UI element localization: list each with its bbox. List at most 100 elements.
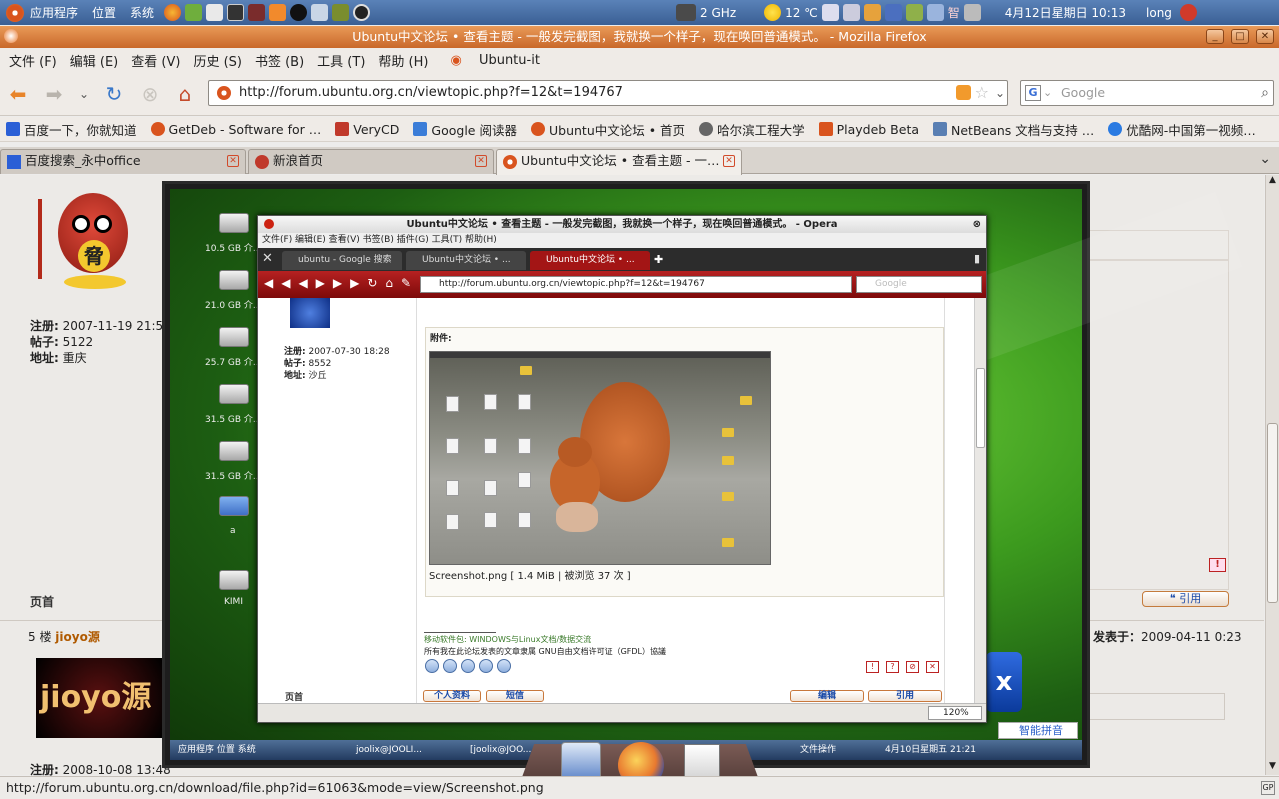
power-icon[interactable] [1179, 4, 1197, 21]
tab-sina[interactable]: 新浪首页 ✕ [248, 149, 494, 174]
rating-star-icon[interactable] [425, 659, 439, 673]
bookmark-item[interactable]: Ubuntu中文论坛 • 首页 [530, 120, 685, 139]
new-tab-icon[interactable]: ✚ [654, 253, 663, 266]
drive-icon[interactable] [219, 213, 249, 233]
opera-tab[interactable]: Ubuntu中文论坛 • ... [406, 251, 526, 270]
google-icon[interactable]: G [1025, 85, 1041, 101]
opera-menubar[interactable]: 文件(F) 编辑(E) 查看(V) 书签(B) 插件(G) 工具(T) 帮助(H… [258, 233, 986, 248]
back-arrow-icon[interactable]: ⬅ [6, 82, 30, 106]
rss-feed-icon[interactable] [956, 85, 971, 100]
search-input[interactable]: G ⌄ Google ⌕ [1020, 80, 1274, 106]
monitor-launcher-icon[interactable] [248, 4, 266, 21]
launcher-icon[interactable] [185, 4, 203, 21]
opera-nav-icons[interactable]: ◀◀◀▶▶▶↻⌂✎ [264, 276, 419, 290]
tray-icon[interactable] [821, 4, 839, 21]
quote-button[interactable]: ❝ 引用 [1142, 591, 1229, 607]
home-icon[interactable]: ⌂ [173, 82, 197, 106]
opera-tab-active[interactable]: Ubuntu中文论坛 • ... [530, 251, 650, 270]
tab-close-icon[interactable]: ✕ [723, 155, 735, 167]
drive-icon[interactable] [219, 384, 249, 404]
menu-history[interactable]: 历史 (S) [193, 51, 242, 70]
tab-ubuntu-forum[interactable]: Ubuntu中文论坛 • 查看主题 - 一… ✕ [496, 149, 742, 175]
places-menu[interactable]: 位置 [92, 4, 116, 21]
tab-close-icon[interactable]: ✕ [227, 155, 239, 167]
report-icon[interactable]: ! [866, 661, 879, 673]
rating-star-icon[interactable] [497, 659, 511, 673]
system-menu[interactable]: 系统 [130, 4, 154, 21]
terminal-launcher-icon[interactable] [227, 4, 245, 21]
clock[interactable]: 4月12日星期日 10:13 [1005, 4, 1126, 21]
applications-menu[interactable]: 应用程序 [6, 3, 78, 22]
bookmark-star-icon[interactable]: ☆ [975, 81, 989, 105]
folder-icon[interactable] [219, 496, 249, 516]
opera-tab[interactable]: ubuntu - Google 搜索 [282, 251, 402, 270]
clock-launcher-icon[interactable] [353, 4, 371, 21]
bookmark-item[interactable]: 优酷网-中国第一视频… [1108, 120, 1256, 139]
edit-button[interactable]: 编辑 [790, 690, 864, 702]
tray-icon[interactable] [863, 4, 881, 21]
signature-line1[interactable]: 移动软件包: WINDOWS与Linux文档/数据交流 [424, 634, 591, 645]
menu-view[interactable]: 查看 (V) [131, 51, 180, 70]
signal-icon[interactable] [926, 4, 944, 21]
rating-star-icon[interactable] [461, 659, 475, 673]
menu-tools[interactable]: 工具 (T) [317, 51, 365, 70]
menu-edit[interactable]: 编辑 (E) [70, 51, 119, 70]
zoom-select[interactable]: 120% [928, 706, 982, 720]
bookmark-item[interactable]: VeryCD [335, 122, 399, 137]
tab-baidu[interactable]: 百度搜索_永中office ✕ [0, 149, 246, 174]
bookmark-item[interactable]: Playdeb Beta [818, 122, 919, 137]
back-to-top-link[interactable]: 页首 [30, 593, 54, 610]
menu-bookmarks[interactable]: 书签 (B) [255, 51, 304, 70]
attachment-caption[interactable]: Screenshot.png [ 1.4 MiB | 被浏览 37 次 ] [429, 567, 631, 582]
ime-tray-icon[interactable]: 智 [948, 4, 960, 21]
menu-ubuntu-it[interactable]: ◉ Ubuntu-it [441, 53, 543, 68]
inner-task[interactable]: 文件操作 [800, 740, 836, 760]
tab-list-chevron-down-icon[interactable]: ⌄ [1259, 151, 1271, 167]
drive-icon[interactable] [219, 441, 249, 461]
bookmark-item[interactable]: 哈尔滨工程大学 [699, 120, 805, 139]
tray-icon[interactable] [905, 4, 923, 21]
report-icon[interactable]: ! [1209, 558, 1226, 572]
inner-task[interactable]: [joolix@JOO... [470, 740, 531, 760]
post-author[interactable]: jioyo源 [55, 630, 100, 644]
ime-indicator[interactable]: 智能拼音 [998, 722, 1078, 739]
forward-arrow-icon[interactable]: ➡ [42, 82, 66, 106]
search-icon[interactable]: ⌕ [1261, 81, 1269, 105]
tab-close-icon[interactable]: ✕ [475, 155, 487, 167]
maximize-button[interactable]: □ [1231, 29, 1249, 44]
trash-icon[interactable]: ▮ [974, 252, 980, 265]
opera-search-input[interactable]: Google [856, 276, 982, 293]
box-launcher-icon[interactable] [311, 4, 329, 21]
volume-icon[interactable] [963, 4, 981, 21]
moon-icon[interactable] [884, 4, 902, 21]
gear-icon[interactable] [842, 4, 860, 21]
inner-apps-menu[interactable]: 应用程序 位置 系统 [178, 740, 256, 760]
search-engine-chevron-down-icon[interactable]: ⌄ [1043, 81, 1052, 105]
menu-help[interactable]: 帮助 (H) [378, 51, 428, 70]
opera-close-icon[interactable]: ⊗ [973, 216, 981, 233]
editor-launcher-icon[interactable] [206, 4, 224, 21]
tools-icon[interactable]: ✕ [262, 251, 273, 266]
bookmark-item[interactable]: 百度一下，你就知道 [6, 120, 137, 139]
minimize-button[interactable]: _ [1206, 29, 1224, 44]
scroll-thumb[interactable] [1267, 423, 1278, 603]
bookmark-item[interactable]: GetDeb - Software for … [150, 122, 321, 137]
url-input[interactable]: http://forum.ubuntu.org.cn/viewtopic.php… [208, 80, 1008, 106]
bookmark-item[interactable]: NetBeans 文档与支持 … [933, 120, 1094, 139]
attachment-thumbnail[interactable] [429, 351, 771, 565]
block-icon[interactable]: ⊘ [906, 661, 919, 673]
drive-icon[interactable] [219, 327, 249, 347]
menu-file[interactable]: 文件 (F) [9, 51, 57, 70]
drive-icon[interactable] [219, 570, 249, 590]
profile-button[interactable]: 个人资料 [423, 690, 481, 702]
reload-icon[interactable]: ↻ [102, 82, 126, 106]
opera-top-link[interactable]: 页首 [285, 690, 303, 703]
opera-scrollbar[interactable] [974, 298, 986, 703]
user-name[interactable]: long [1146, 6, 1172, 20]
bookmark-item[interactable]: Google 阅读器 [413, 120, 517, 139]
opera-quote-button[interactable]: 引用 [868, 690, 942, 702]
drive-icon[interactable] [219, 270, 249, 290]
pm-button[interactable]: 短信 [486, 690, 544, 702]
qq-launcher-icon[interactable] [290, 4, 308, 21]
inner-task[interactable]: joolix@JOOLI... [356, 740, 422, 760]
